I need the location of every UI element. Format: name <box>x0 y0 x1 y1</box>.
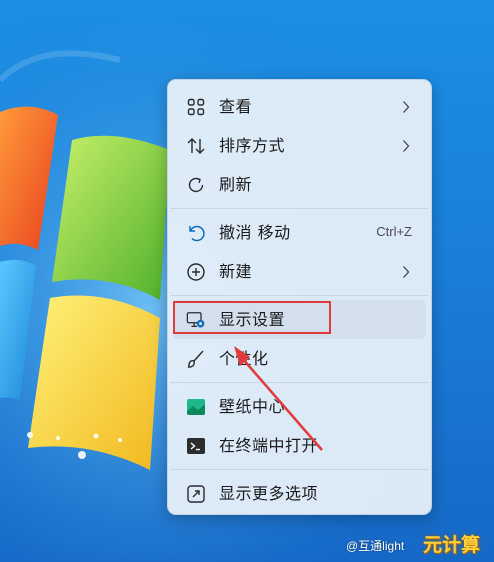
menu-item-refresh[interactable]: 刷新 <box>173 165 426 204</box>
menu-item-sort-by[interactable]: 排序方式 <box>173 126 426 165</box>
shortcut-hint: Ctrl+Z <box>376 224 412 239</box>
menu-item-view[interactable]: 查看 <box>173 87 426 126</box>
expand-icon <box>186 484 206 504</box>
menu-item-show-more-options[interactable]: 显示更多选项 <box>173 474 426 513</box>
wallpaper-icon <box>186 397 206 417</box>
menu-item-label: 刷新 <box>219 175 253 194</box>
chevron-right-icon <box>403 101 410 113</box>
menu-item-open-in-terminal[interactable]: 在终端中打开 <box>173 426 426 465</box>
chevron-right-icon <box>403 266 410 278</box>
menu-item-label: 撤消 移动 <box>219 223 291 242</box>
menu-item-label: 在终端中打开 <box>219 436 319 455</box>
menu-item-display-settings[interactable]: 显示设置 <box>173 300 426 339</box>
menu-separator <box>170 208 429 209</box>
menu-item-label: 显示设置 <box>219 310 286 329</box>
terminal-icon <box>186 436 206 456</box>
menu-item-label: 排序方式 <box>219 136 286 155</box>
menu-item-label: 新建 <box>219 262 253 281</box>
refresh-icon <box>186 175 206 195</box>
grid-icon <box>186 97 206 117</box>
brush-icon <box>186 349 206 369</box>
menu-item-label: 查看 <box>219 97 253 116</box>
menu-item-undo-move[interactable]: 撤消 移动 Ctrl+Z <box>173 213 426 252</box>
author-watermark: @互通light <box>346 539 405 553</box>
menu-item-label: 壁纸中心 <box>219 397 286 416</box>
menu-item-wallpaper-center[interactable]: 壁纸中心 <box>173 387 426 426</box>
menu-separator <box>170 295 429 296</box>
menu-item-label: 显示更多选项 <box>219 484 319 503</box>
desktop-context-menu: 查看 排序方式 刷新 撤消 移动 Ctrl+Z 新建 显示设置 个性化 壁纸中心… <box>167 79 432 515</box>
plus-circle-icon <box>186 262 206 282</box>
menu-item-new[interactable]: 新建 <box>173 252 426 291</box>
chevron-right-icon <box>403 140 410 152</box>
sort-icon <box>186 136 206 156</box>
menu-item-label: 个性化 <box>219 349 269 368</box>
menu-separator <box>170 469 429 470</box>
menu-item-personalize[interactable]: 个性化 <box>173 339 426 378</box>
site-logo-watermark: 元计算 <box>423 534 481 556</box>
menu-separator <box>170 382 429 383</box>
undo-icon <box>186 223 206 243</box>
display-settings-icon <box>186 310 206 330</box>
